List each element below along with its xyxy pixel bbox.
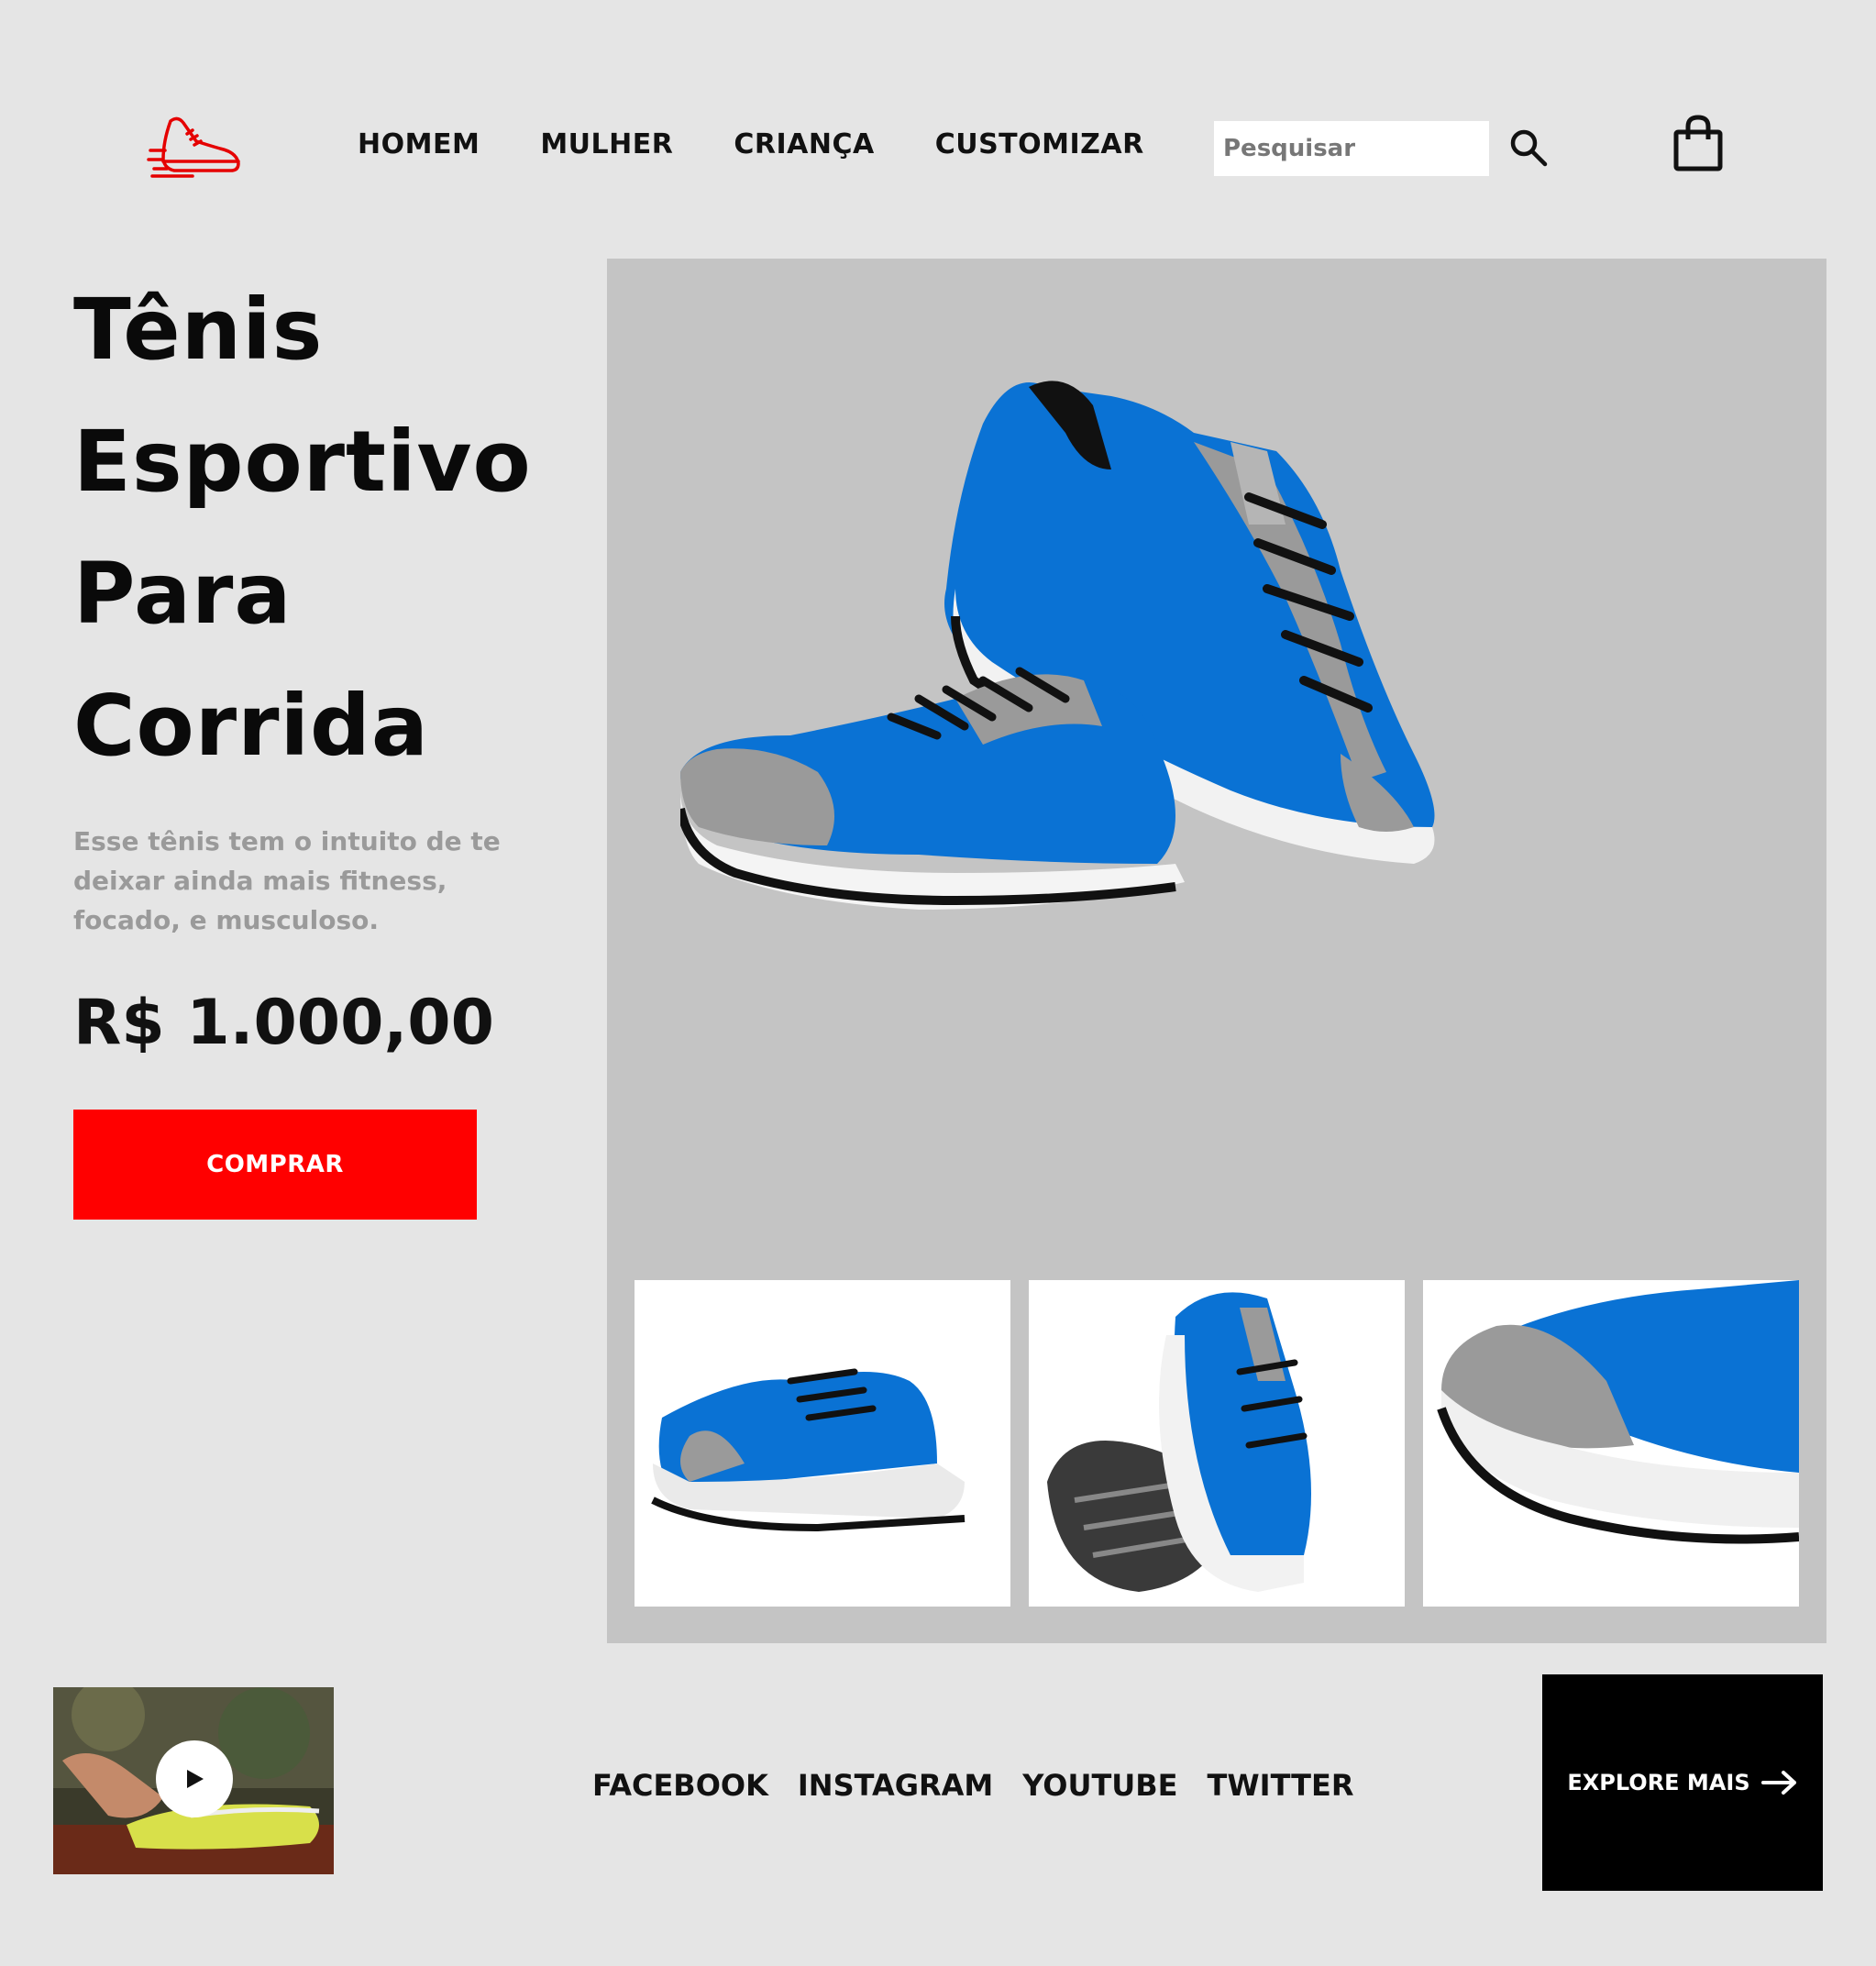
product-description: Esse tênis tem o intuito de te deixar ai…: [73, 826, 501, 935]
social-link-facebook[interactable]: FACEBOOK: [592, 1768, 768, 1803]
shoe-front: [676, 667, 1185, 910]
brand-logo-icon[interactable]: [147, 114, 244, 183]
gallery-thumbnail[interactable]: [635, 1280, 1010, 1607]
arrow-right-icon: [1760, 1771, 1796, 1795]
nav-item-crianca[interactable]: CRIANÇA: [734, 128, 874, 160]
product-title: Tênis Esportivo Para Corrida: [73, 264, 587, 792]
nav-item-mulher[interactable]: MULHER: [540, 128, 673, 160]
search-icon[interactable]: [1507, 127, 1550, 169]
social-links: FACEBOOK INSTAGRAM YOUTUBE TWITTER: [592, 1768, 1353, 1803]
gallery-thumbnail[interactable]: [1423, 1280, 1799, 1607]
buy-button[interactable]: COMPRAR: [73, 1110, 477, 1220]
search-input[interactable]: [1214, 121, 1489, 176]
social-link-instagram[interactable]: INSTAGRAM: [798, 1768, 993, 1803]
gallery-thumbnail[interactable]: [1029, 1280, 1405, 1607]
main-product-image: [676, 314, 1689, 1139]
main-nav: HOMEM MULHER CRIANÇA CUSTOMIZAR: [358, 128, 1144, 160]
shopping-bag-icon[interactable]: [1672, 114, 1724, 172]
social-link-twitter[interactable]: TWITTER: [1208, 1768, 1354, 1803]
title-line: Para: [73, 545, 292, 643]
product-price: R$ 1.000,00: [73, 987, 494, 1059]
product-gallery: [607, 259, 1826, 1643]
nav-item-homem[interactable]: HOMEM: [358, 128, 480, 160]
title-line: Tênis: [73, 281, 324, 379]
title-line: Corrida: [73, 677, 429, 775]
play-icon[interactable]: [53, 1687, 334, 1874]
video-thumbnail[interactable]: [53, 1687, 334, 1874]
explore-more-label: EXPLORE MAIS: [1567, 1770, 1750, 1795]
nav-item-customizar[interactable]: CUSTOMIZAR: [935, 128, 1144, 160]
title-line: Esportivo: [73, 413, 532, 511]
explore-more-button[interactable]: EXPLORE MAIS: [1542, 1674, 1823, 1891]
social-link-youtube[interactable]: YOUTUBE: [1022, 1768, 1177, 1803]
